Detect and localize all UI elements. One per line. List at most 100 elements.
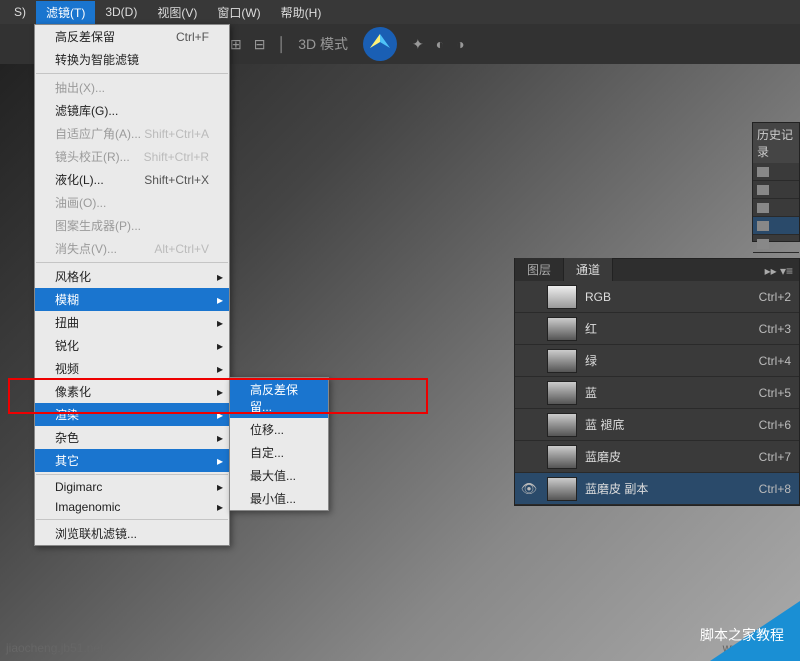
menu-distort[interactable]: 扭曲▸: [35, 311, 229, 334]
mode-label: 3D 模式: [298, 34, 348, 54]
channel-name: 蓝: [585, 384, 759, 401]
chevron-right-icon: ▸: [217, 500, 223, 514]
channels-panel: 图层 通道 ▸▸ ▾≡ RGB Ctrl+2 红 Ctrl+3 绿 Ctrl+4…: [514, 258, 800, 506]
menu-separator: [36, 474, 228, 475]
channel-shortcut: Ctrl+4: [759, 354, 791, 368]
submenu-maximum[interactable]: 最大值...: [230, 464, 328, 487]
channel-shortcut: Ctrl+7: [759, 450, 791, 464]
rotate-icon[interactable]: ✦: [412, 36, 424, 53]
document-icon: [757, 221, 769, 231]
menu-noise[interactable]: 杂色▸: [35, 426, 229, 449]
channel-green[interactable]: 绿 Ctrl+4: [515, 345, 799, 377]
menu-extract: 抽出(X)...: [35, 76, 229, 99]
history-row[interactable]: [753, 217, 799, 235]
menu-adaptive-wide: 自适应广角(A)...Shift+Ctrl+A: [35, 122, 229, 145]
menu-separator: [36, 73, 228, 74]
channel-name: 蓝磨皮 副本: [585, 480, 759, 497]
chevron-right-icon: ▸: [217, 362, 223, 376]
channel-blue[interactable]: 蓝 Ctrl+5: [515, 377, 799, 409]
history-panel[interactable]: 历史记录: [752, 122, 800, 242]
document-icon: [757, 167, 769, 177]
tool-icon[interactable]: ◐: [436, 36, 444, 52]
channel-name: 红: [585, 320, 759, 337]
panel-tabs: 图层 通道 ▸▸ ▾≡: [515, 259, 799, 281]
submenu-minimum[interactable]: 最小值...: [230, 487, 328, 510]
menu-video[interactable]: 视频▸: [35, 357, 229, 380]
menu-stylize[interactable]: 风格化▸: [35, 265, 229, 288]
menubar-help[interactable]: 帮助(H): [271, 1, 332, 24]
channel-shortcut: Ctrl+6: [759, 418, 791, 432]
menubar-select[interactable]: S): [4, 2, 36, 22]
menu-pattern-maker: 图案生成器(P)...: [35, 214, 229, 237]
channel-thumb: [547, 445, 577, 469]
channel-thumb: [547, 349, 577, 373]
chevron-right-icon: ▸: [217, 454, 223, 468]
chevron-right-icon: ▸: [217, 431, 223, 445]
document-icon: [757, 203, 769, 213]
tab-layers[interactable]: 图层: [515, 258, 564, 281]
menubar: S) 滤镜(T) 3D(D) 视图(V) 窗口(W) 帮助(H): [0, 0, 800, 24]
watermark: jiaocheng.jb51.net www.jb51.net: [6, 641, 794, 655]
tool-icon[interactable]: ⊟: [254, 36, 266, 53]
menu-blur[interactable]: 模糊▸: [35, 288, 229, 311]
corner-watermark: 脚本之家教程: [700, 625, 784, 645]
chevron-right-icon: ▸: [217, 339, 223, 353]
menu-liquify[interactable]: 液化(L)...Shift+Ctrl+X: [35, 168, 229, 191]
channel-blue-smooth-copy[interactable]: 👁 蓝磨皮 副本 Ctrl+8: [515, 473, 799, 505]
channel-name: 绿: [585, 352, 759, 369]
submenu-custom[interactable]: 自定...: [230, 441, 328, 464]
panel-flyout-icon[interactable]: ▸▸ ▾≡: [759, 261, 799, 281]
watermark-left: jiaocheng.jb51.net: [6, 641, 103, 655]
chevron-right-icon: ▸: [217, 480, 223, 494]
menu-filter-gallery[interactable]: 滤镜库(G)...: [35, 99, 229, 122]
chevron-right-icon: ▸: [217, 408, 223, 422]
menu-lens-correction: 镜头校正(R)...Shift+Ctrl+R: [35, 145, 229, 168]
menu-sharpen[interactable]: 锐化▸: [35, 334, 229, 357]
visibility-toggle[interactable]: 👁: [519, 481, 539, 497]
history-row[interactable]: [753, 181, 799, 199]
filter-menu: 高反差保留Ctrl+F 转换为智能滤镜 抽出(X)... 滤镜库(G)... 自…: [34, 24, 230, 546]
channel-rgb[interactable]: RGB Ctrl+2: [515, 281, 799, 313]
menubar-filter[interactable]: 滤镜(T): [36, 1, 95, 24]
history-title: 历史记录: [753, 123, 799, 163]
document-icon: [757, 239, 769, 249]
tool-icon[interactable]: │: [277, 36, 286, 52]
menu-imagenomic[interactable]: Imagenomic▸: [35, 497, 229, 517]
menu-render[interactable]: 渲染▸: [35, 403, 229, 426]
channel-red[interactable]: 红 Ctrl+3: [515, 313, 799, 345]
tab-channels[interactable]: 通道: [564, 258, 613, 281]
chevron-right-icon: ▸: [217, 316, 223, 330]
menu-high-pass-repeat[interactable]: 高反差保留Ctrl+F: [35, 25, 229, 48]
channel-thumb: [547, 317, 577, 341]
submenu-high-pass[interactable]: 高反差保留...: [230, 378, 328, 418]
menu-separator: [36, 262, 228, 263]
menu-separator: [36, 519, 228, 520]
history-row[interactable]: [753, 163, 799, 181]
menu-digimarc[interactable]: Digimarc▸: [35, 477, 229, 497]
channel-shortcut: Ctrl+3: [759, 322, 791, 336]
chevron-right-icon: ▸: [217, 293, 223, 307]
menubar-view[interactable]: 视图(V): [147, 1, 207, 24]
channel-blue-smooth[interactable]: 蓝磨皮 Ctrl+7: [515, 441, 799, 473]
menu-other[interactable]: 其它▸: [35, 449, 229, 472]
tool-icon[interactable]: ◑: [456, 36, 464, 52]
menubar-3d[interactable]: 3D(D): [95, 2, 147, 22]
menubar-window[interactable]: 窗口(W): [207, 1, 270, 24]
menu-pixelate[interactable]: 像素化▸: [35, 380, 229, 403]
document-icon: [757, 185, 769, 195]
channel-shortcut: Ctrl+5: [759, 386, 791, 400]
channel-name: RGB: [585, 290, 759, 304]
history-row[interactable]: [753, 235, 799, 253]
menu-browse-online[interactable]: 浏览联机滤镜...: [35, 522, 229, 545]
history-row[interactable]: [753, 199, 799, 217]
menu-convert-smart[interactable]: 转换为智能滤镜: [35, 48, 229, 71]
channel-blue-fade[interactable]: 蓝 褪底 Ctrl+6: [515, 409, 799, 441]
channel-shortcut: Ctrl+2: [759, 290, 791, 304]
channel-name: 蓝磨皮: [585, 448, 759, 465]
menu-vanishing-point: 消失点(V)...Alt+Ctrl+V: [35, 237, 229, 260]
channel-name: 蓝 褪底: [585, 416, 759, 433]
other-submenu: 高反差保留... 位移... 自定... 最大值... 最小值...: [229, 377, 329, 511]
tool-icon[interactable]: ⊞: [230, 36, 242, 53]
eye-icon: 👁: [521, 481, 538, 497]
submenu-offset[interactable]: 位移...: [230, 418, 328, 441]
